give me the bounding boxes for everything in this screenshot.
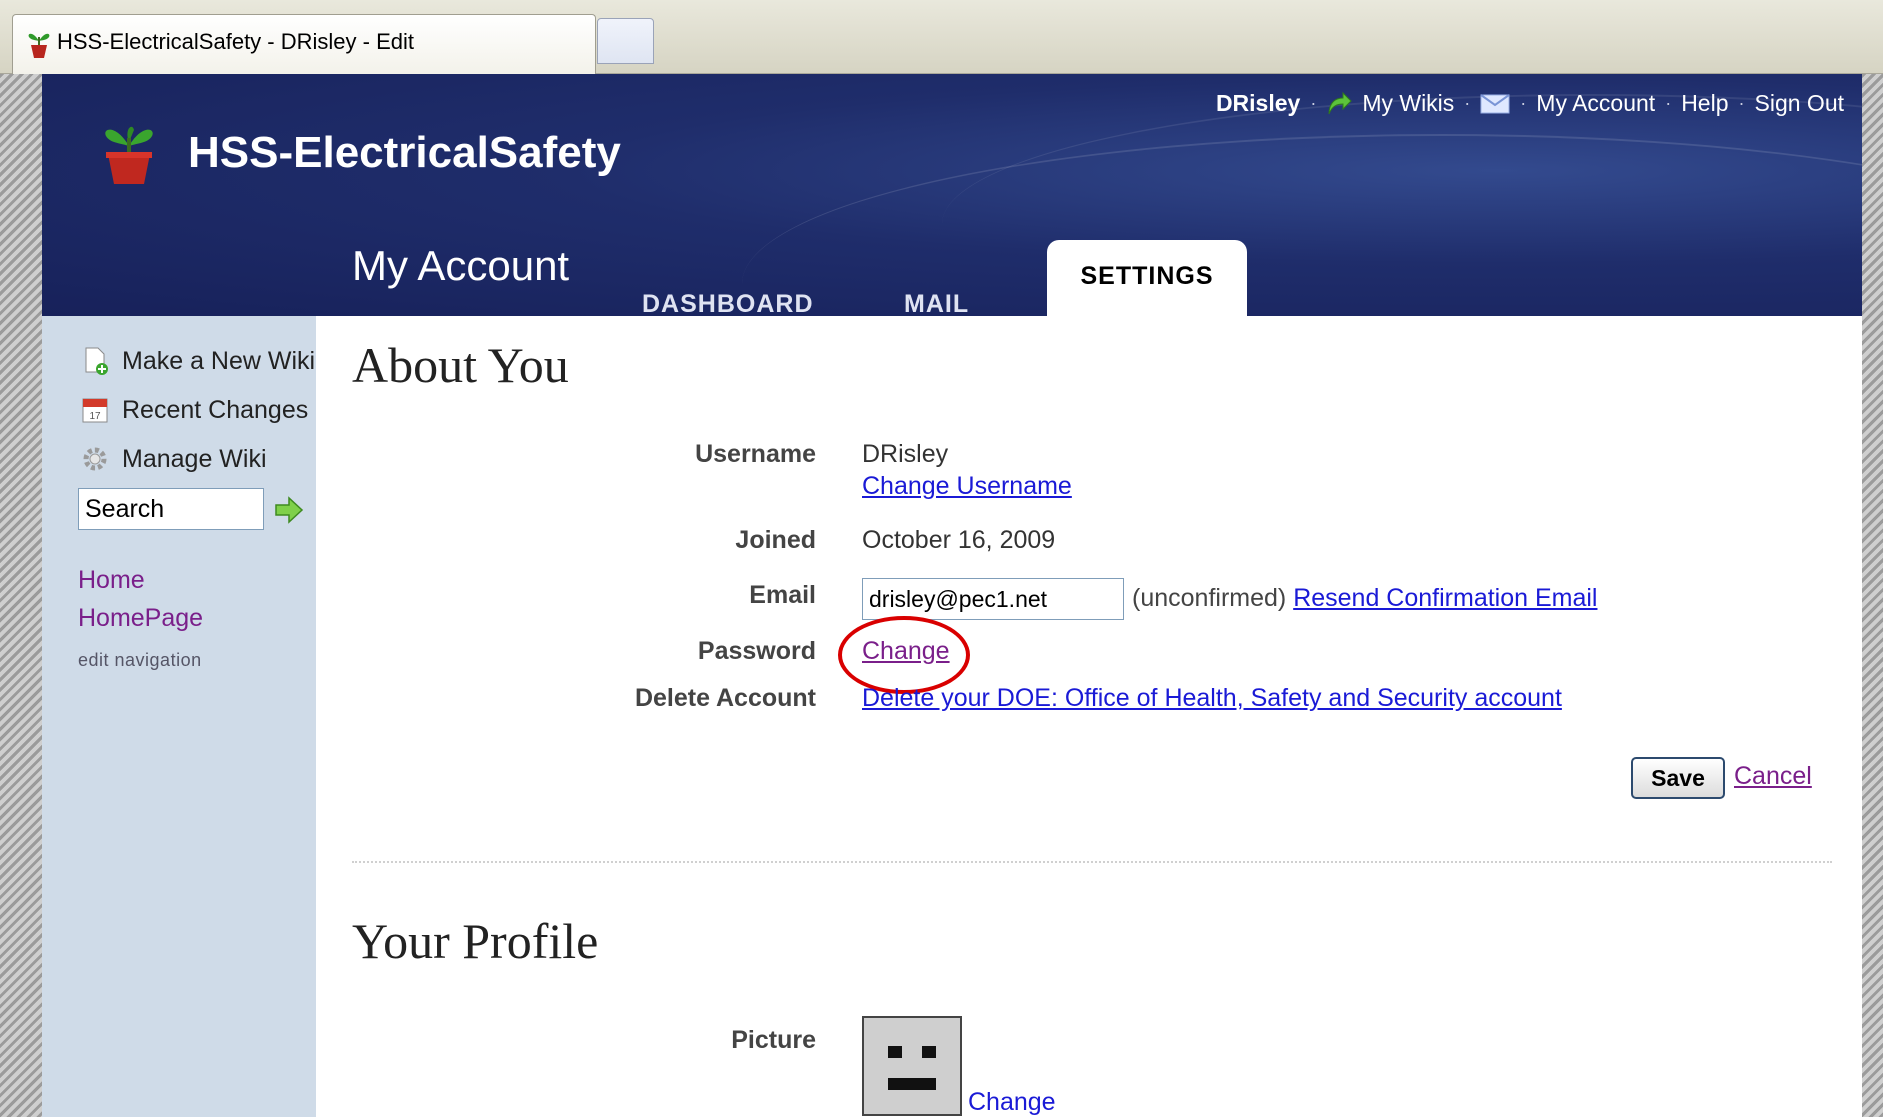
sidebar-link-homepage[interactable]: HomePage <box>78 604 203 633</box>
email-status: (unconfirmed) <box>1132 584 1287 612</box>
delete-account-link[interactable]: Delete your DOE: Office of Health, Safet… <box>862 684 1562 713</box>
tab-settings[interactable]: SETTINGS <box>1047 240 1247 316</box>
frame-edge-right <box>1862 74 1883 1117</box>
username-value: DRisley <box>862 440 949 468</box>
password-label: Password <box>697 637 816 665</box>
sidebar-item-label: Make a New Wiki <box>122 346 316 375</box>
delete-account-label: Delete Account <box>634 684 816 712</box>
new-page-icon <box>85 347 108 375</box>
search-go-arrow-icon[interactable] <box>274 496 304 524</box>
site-header: HSS-ElectricalSafety DRisley · My Wikis … <box>42 74 1862 316</box>
browser-tab-strip: HSS-ElectricalSafety - DRisley - Edit <box>0 0 1883 74</box>
frame-edge-left <box>0 74 42 1117</box>
section-title: My Account <box>352 242 570 289</box>
edit-navigation-link[interactable]: edit navigation <box>78 650 202 671</box>
my-wikis-arrow-icon <box>1328 91 1353 114</box>
sidebar-item-label: Manage Wiki <box>122 444 267 473</box>
username-label: Username <box>695 440 816 468</box>
section-divider <box>352 861 1832 863</box>
my-account-link[interactable]: My Account <box>1536 90 1655 117</box>
avatar-eye <box>888 1046 902 1058</box>
tab-dashboard[interactable]: DASHBOARD <box>642 290 814 316</box>
sidebar-item-new-wiki[interactable]: Make a New Wiki <box>80 346 315 376</box>
username-link[interactable]: DRisley <box>1216 90 1300 117</box>
highlight-circle <box>838 616 970 694</box>
sidebar-link-home[interactable]: Home <box>78 566 145 595</box>
nav-separator: · <box>1665 93 1672 113</box>
joined-value: October 16, 2009 <box>862 526 1056 554</box>
nav-separator: · <box>1520 93 1527 113</box>
main-content: About You Username DRisley Change Userna… <box>316 316 1862 1117</box>
search-input[interactable] <box>78 488 264 530</box>
your-profile-heading: Your Profile <box>352 913 599 969</box>
wiki-logo-icon <box>105 126 153 184</box>
sidebar: Make a New Wiki 17 Recent Changes Manage… <box>42 316 316 1117</box>
sidebar-item-recent-changes[interactable]: 17 Recent Changes <box>80 395 308 425</box>
sign-out-link[interactable]: Sign Out <box>1755 90 1845 117</box>
nav-separator: · <box>1310 93 1317 113</box>
mail-envelope-icon[interactable] <box>1480 93 1510 114</box>
plant-icon <box>28 33 50 58</box>
avatar <box>862 1016 962 1116</box>
email-label: Email <box>749 581 816 609</box>
change-username-link[interactable]: Change Username <box>862 472 1072 501</box>
email-field[interactable] <box>862 578 1124 620</box>
save-button[interactable]: Save <box>1631 757 1725 799</box>
help-link[interactable]: Help <box>1681 90 1728 117</box>
gear-icon <box>83 447 107 471</box>
sidebar-item-label: Recent Changes <box>122 395 309 424</box>
wiki-title[interactable]: HSS-ElectricalSafety <box>188 128 621 178</box>
browser-tab-title: HSS-ElectricalSafety - DRisley - Edit <box>57 29 414 54</box>
nav-separator: · <box>1738 93 1745 113</box>
svg-text:17: 17 <box>89 411 101 422</box>
new-tab-button[interactable] <box>597 18 654 64</box>
email-status-row: (unconfirmed) Resend Confirmation Email <box>1132 584 1597 613</box>
calendar-icon: 17 <box>82 398 108 423</box>
browser-tab[interactable]: HSS-ElectricalSafety - DRisley - Edit <box>12 14 596 74</box>
tab-mail[interactable]: MAIL <box>904 290 969 316</box>
resend-confirmation-link[interactable]: Resend Confirmation Email <box>1293 584 1597 612</box>
sidebar-item-manage-wiki[interactable]: Manage Wiki <box>80 444 267 474</box>
my-wikis-link[interactable]: My Wikis <box>1362 90 1454 117</box>
avatar-mouth <box>888 1078 936 1090</box>
nav-separator: · <box>1464 93 1471 113</box>
change-picture-link[interactable]: Change <box>968 1088 1056 1117</box>
top-navigation: DRisley · My Wikis · · My Account · Help… <box>1216 90 1844 117</box>
avatar-eye <box>922 1046 936 1058</box>
picture-label: Picture <box>731 1026 816 1054</box>
cancel-link[interactable]: Cancel <box>1734 762 1812 791</box>
about-you-heading: About You <box>352 337 569 393</box>
joined-label: Joined <box>735 526 816 554</box>
